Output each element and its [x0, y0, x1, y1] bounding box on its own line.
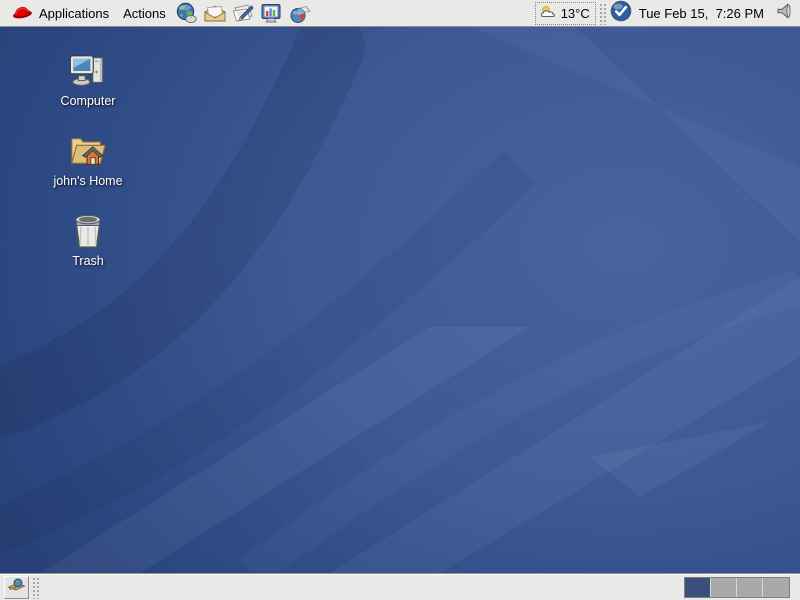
show-desktop-button[interactable]: [4, 576, 29, 599]
desktop-screen: Applications Actions: [0, 0, 800, 600]
temperature-label: 13°C: [561, 6, 590, 21]
wallpaper-swirl-watermark: [0, 27, 800, 573]
pie-chart-icon: [287, 2, 311, 24]
cloud-icon: [539, 4, 559, 23]
trash-can-icon: [68, 211, 108, 251]
actions-menu[interactable]: Actions: [116, 1, 173, 26]
workspace-3[interactable]: [737, 578, 763, 597]
home-folder-icon: [68, 131, 108, 171]
workspace-switcher[interactable]: [684, 577, 790, 598]
paper-pen-icon: [231, 2, 255, 24]
presentation-launcher[interactable]: [258, 1, 284, 26]
desktop-icon-label: Trash: [72, 255, 104, 269]
update-notifier[interactable]: [609, 1, 633, 26]
applications-menu[interactable]: Applications: [4, 1, 116, 26]
blue-checkmark-icon: [610, 0, 632, 27]
workspace-1[interactable]: [685, 578, 711, 597]
weather-applet[interactable]: 13°C: [535, 2, 596, 25]
applet-handle[interactable]: [598, 2, 607, 25]
applet-handle[interactable]: [31, 576, 40, 599]
desktop-icon-trash[interactable]: Trash: [32, 211, 144, 269]
workspace-2[interactable]: [711, 578, 737, 597]
desktop-icon-label: john's Home: [53, 175, 122, 189]
actions-menu-label: Actions: [123, 6, 166, 21]
desktop-icon-computer[interactable]: Computer: [32, 51, 144, 109]
top-panel: Applications Actions: [0, 0, 800, 27]
word-processor-launcher[interactable]: [230, 1, 256, 26]
show-desktop-icon: [7, 576, 26, 599]
workspace-4[interactable]: [763, 578, 789, 597]
bottom-panel: [0, 573, 800, 600]
redhat-icon: [11, 3, 33, 23]
speaker-icon: [774, 1, 794, 26]
spreadsheet-launcher[interactable]: [286, 1, 312, 26]
envelope-icon: [203, 2, 227, 24]
clock[interactable]: Tue Feb 15, 7:26 PM: [633, 6, 770, 21]
volume-applet[interactable]: [772, 1, 796, 26]
screen-chart-icon: [259, 2, 283, 24]
desktop-icon-home[interactable]: john's Home: [32, 131, 144, 189]
desktop-icon-label: Computer: [61, 95, 116, 109]
applications-menu-label: Applications: [39, 6, 109, 21]
globe-mouse-icon: [175, 2, 198, 24]
email-launcher[interactable]: [202, 1, 228, 26]
computer-icon: [68, 51, 108, 91]
web-browser-launcher[interactable]: [174, 1, 200, 26]
desktop-area[interactable]: Computer john's Home: [0, 27, 800, 573]
